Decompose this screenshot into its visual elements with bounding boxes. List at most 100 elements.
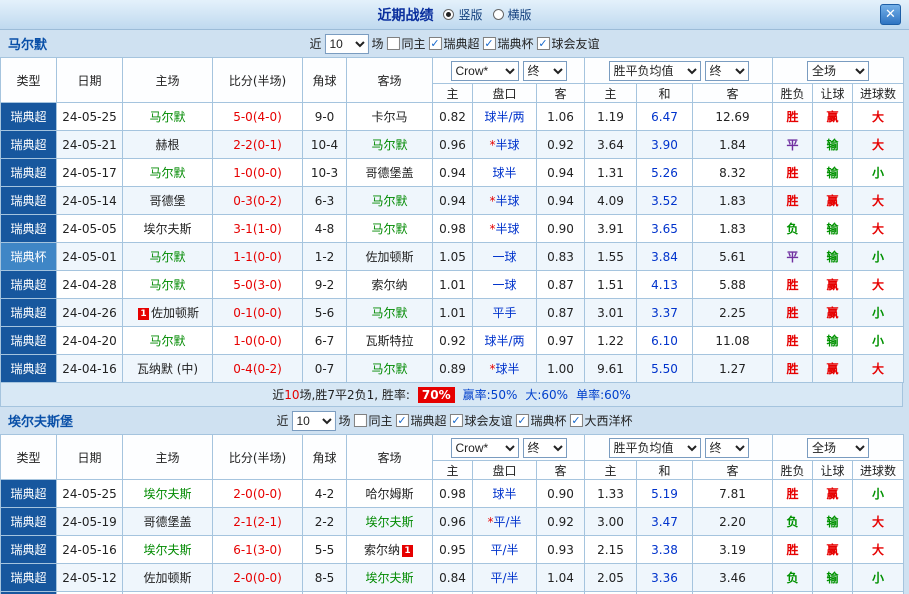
sub-column-header: 客 (693, 461, 773, 480)
avg-draw-cell: 6.47 (637, 103, 693, 131)
corners-cell: 1-2 (303, 243, 347, 271)
league-filter-checkbox[interactable]: ✓球会友谊 (537, 35, 600, 52)
league-cell: 瑞典超 (1, 327, 57, 355)
odds-company-select[interactable]: Crow* (451, 61, 519, 81)
league-cell: 瑞典超 (1, 299, 57, 327)
handicap-text: 半球 (495, 222, 519, 236)
goals-result-cell: 大 (853, 131, 904, 159)
avg-home-cell: 4.09 (585, 187, 637, 215)
score-cell: 0-3(0-2) (213, 187, 303, 215)
date-cell: 24-04-16 (57, 355, 123, 383)
column-header: 比分(半场) (213, 58, 303, 103)
team-name-text: 哥德堡盖 (143, 515, 191, 529)
result-cell: 胜 (773, 536, 813, 564)
summary-stat: 大:60% (525, 386, 568, 403)
league-filter-checkbox[interactable]: ✓瑞典杯 (516, 412, 567, 429)
league-filter-checkbox-label: 瑞典杯 (531, 412, 567, 429)
league-cell: 瑞典超 (1, 103, 57, 131)
avg-away-cell: 2.25 (693, 299, 773, 327)
same-home-checkbox[interactable]: 同主 (386, 35, 425, 52)
odds-company-select[interactable]: Crow* (451, 438, 519, 458)
avg-header-inner: 胜平负均值终 (585, 438, 772, 458)
close-button[interactable]: ✕ (880, 4, 901, 25)
avg-home-cell: 1.31 (585, 159, 637, 187)
league-filter-checkbox[interactable]: ✓瑞典超 (395, 412, 446, 429)
near-label: 近 (309, 35, 321, 52)
checkbox-icon[interactable] (386, 37, 399, 50)
away-team-cell: 马尔默 (347, 299, 433, 327)
avg-away-cell: 3.19 (693, 536, 773, 564)
close-icon: ✕ (885, 7, 896, 22)
avg-away-cell: 3.46 (693, 564, 773, 592)
match-count-select[interactable]: 10 (291, 411, 335, 431)
radio-unselected-icon[interactable] (493, 9, 504, 20)
match-row: 瑞典杯24-05-01马尔默1-1(0-0)1-2佐加顿斯1.05一球0.831… (1, 243, 904, 271)
horizontal-layout-radio[interactable]: 横版 (493, 6, 532, 23)
league-cell: 瑞典超 (1, 215, 57, 243)
checkbox-icon[interactable]: ✓ (429, 37, 442, 50)
handicap-text: 半球 (495, 194, 519, 208)
odds-final-select[interactable]: 终 (523, 61, 567, 81)
avg-home-cell: 2.05 (585, 564, 637, 592)
team-name-text: 埃尔夫斯 (143, 543, 191, 557)
handicap-cell: 平/半 (473, 564, 537, 592)
checkbox-icon[interactable]: ✓ (450, 414, 463, 427)
handicap-result-cell: 输 (813, 564, 853, 592)
avg-draw-cell: 6.10 (637, 327, 693, 355)
full-match-select[interactable]: 全场 (807, 438, 869, 458)
date-cell: 24-05-19 (57, 508, 123, 536)
league-filter-checkbox[interactable]: ✓球会友谊 (450, 412, 513, 429)
goals-result-cell: 小 (853, 299, 904, 327)
red-card-badge: 1 (402, 545, 413, 557)
full-match-header-group: 全场 (773, 58, 904, 84)
corners-cell: 4-2 (303, 480, 347, 508)
avg-select[interactable]: 胜平负均值 (609, 438, 701, 458)
score-cell: 1-0(0-0) (213, 327, 303, 355)
match-count-select[interactable]: 10 (324, 34, 368, 54)
sub-column-header: 客 (537, 84, 585, 103)
filter-bar: 近10场同主✓瑞典超✓球会友谊✓瑞典杯✓大西洋杯 (276, 411, 632, 431)
full-match-select[interactable]: 全场 (807, 61, 869, 81)
league-filter-checkbox[interactable]: ✓大西洋杯 (570, 412, 633, 429)
team-name-text: 马尔默 (371, 138, 407, 152)
vertical-layout-radio[interactable]: 竖版 (443, 6, 482, 23)
away-odds-cell: 0.94 (537, 159, 585, 187)
league-cell: 瑞典超 (1, 187, 57, 215)
avg-final-select[interactable]: 终 (705, 61, 749, 81)
checkbox-icon[interactable]: ✓ (483, 37, 496, 50)
away-odds-cell: 0.97 (537, 327, 585, 355)
match-row: 瑞典超24-05-17马尔默1-0(0-0)10-3哥德堡盖0.94球半0.94… (1, 159, 904, 187)
checkbox-icon[interactable]: ✓ (570, 414, 583, 427)
sub-column-header: 主 (433, 84, 473, 103)
away-odds-cell: 1.06 (537, 103, 585, 131)
home-team-cell: 埃尔夫斯 (123, 480, 213, 508)
handicap-result-cell: 赢 (813, 480, 853, 508)
horizontal-layout-label: 横版 (508, 6, 532, 23)
goals-result-cell: 大 (853, 215, 904, 243)
same-home-checkbox[interactable]: 同主 (353, 412, 392, 429)
radio-selected-icon[interactable] (443, 9, 454, 20)
near-label: 近 (276, 412, 288, 429)
same-home-checkbox-label: 同主 (401, 35, 425, 52)
match-row: 瑞典超24-04-20马尔默1-0(0-0)6-7瓦斯特拉0.92球半/两0.9… (1, 327, 904, 355)
checkbox-icon[interactable]: ✓ (395, 414, 408, 427)
home-team-cell: 马尔默 (123, 327, 213, 355)
match-row: 瑞典超24-04-261佐加顿斯0-1(0-0)5-6马尔默1.01平手0.87… (1, 299, 904, 327)
full-match-inner: 全场 (773, 61, 903, 81)
avg-home-cell: 9.61 (585, 355, 637, 383)
odds-final-select[interactable]: 终 (523, 438, 567, 458)
corners-cell: 10-3 (303, 159, 347, 187)
league-filter-checkbox[interactable]: ✓瑞典超 (429, 35, 480, 52)
handicap-cell: 球半 (473, 159, 537, 187)
checkbox-icon[interactable]: ✓ (516, 414, 529, 427)
avg-select[interactable]: 胜平负均值 (609, 61, 701, 81)
match-row: 瑞典超24-05-25埃尔夫斯2-0(0-0)4-2哈尔姆斯0.98球半0.90… (1, 480, 904, 508)
score-cell: 2-0(0-0) (213, 564, 303, 592)
checkbox-icon[interactable] (353, 414, 366, 427)
avg-final-select[interactable]: 终 (705, 438, 749, 458)
recent-results-window: 近期战绩 竖版 横版 ✕ 马尔默近10场同主✓瑞典超✓瑞典杯✓球会友谊类型日期主… (0, 0, 909, 594)
goals-result-cell: 大 (853, 271, 904, 299)
league-filter-checkbox[interactable]: ✓瑞典杯 (483, 35, 534, 52)
checkbox-icon[interactable]: ✓ (537, 37, 550, 50)
avg-away-cell: 1.84 (693, 131, 773, 159)
